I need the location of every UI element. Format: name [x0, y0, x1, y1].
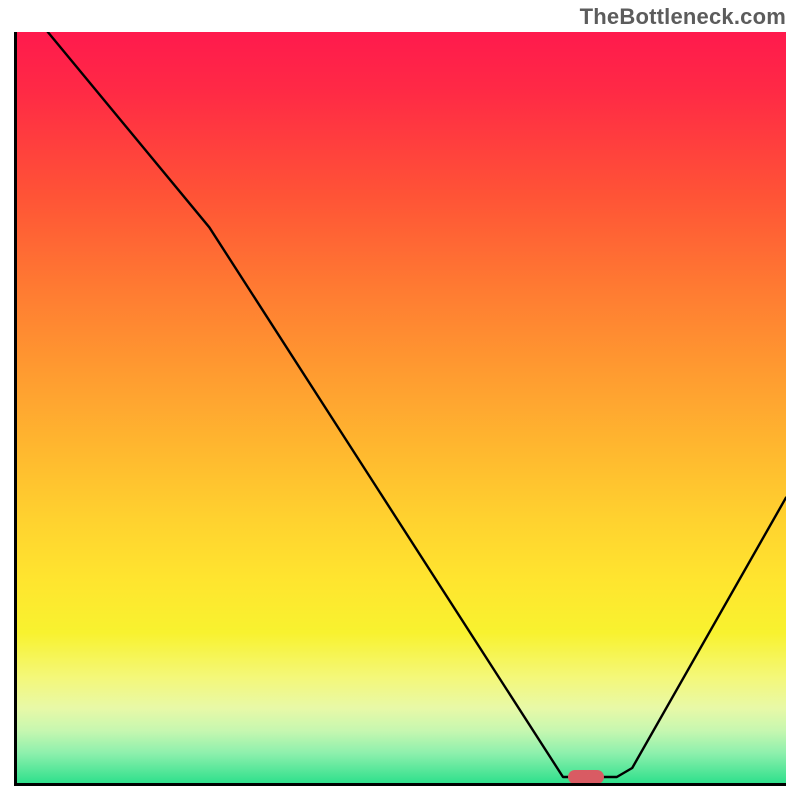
watermark-text: TheBottleneck.com	[580, 4, 786, 30]
plot-area	[14, 32, 786, 786]
chart-frame: TheBottleneck.com	[0, 0, 800, 800]
bottleneck-curve	[17, 32, 786, 783]
optimal-marker	[568, 770, 604, 784]
